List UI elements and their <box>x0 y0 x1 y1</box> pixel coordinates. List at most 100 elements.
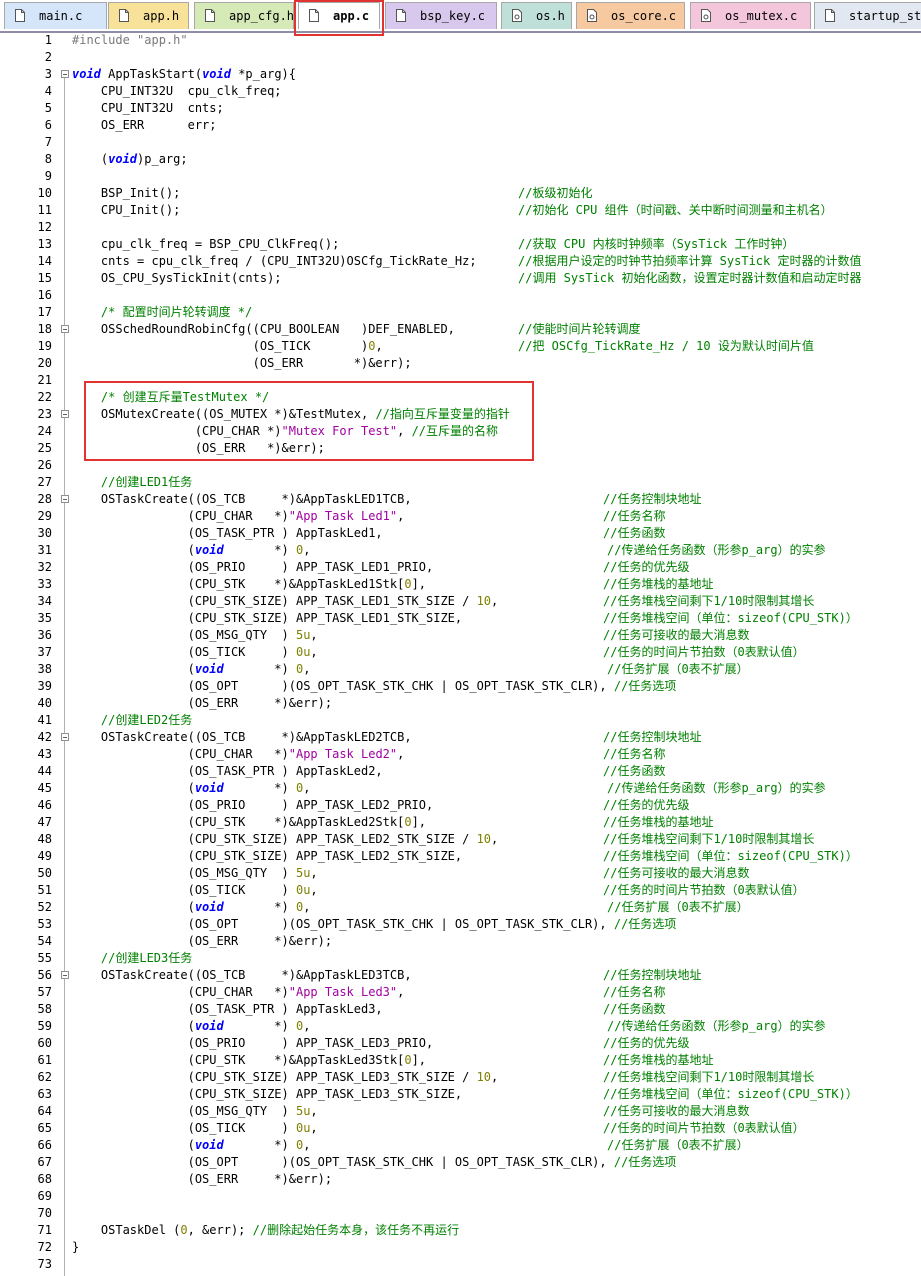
code-line[interactable]: 29 (CPU_CHAR *)"App Task Led1", //任务名称 <box>0 508 921 525</box>
code-line[interactable]: 7 <box>0 134 921 151</box>
code-line[interactable]: 49 (CPU_STK_SIZE) APP_TASK_LED2_STK_SIZE… <box>0 848 921 865</box>
code-line[interactable]: 56 OSTaskCreate((OS_TCB *)&AppTaskLED3TC… <box>0 967 921 984</box>
code-editor[interactable]: 1 #include "app.h" 2 3 void AppTaskStart(voi… <box>0 32 921 1276</box>
code-line[interactable]: 51 (OS_TICK ) 0u, //任务的时间片节拍数（0表默认值） <box>0 882 921 899</box>
tab-label: app.h <box>143 9 180 23</box>
line-number: 37 <box>37 645 52 659</box>
fold-toggle-icon[interactable] <box>61 495 69 503</box>
code-line[interactable]: 28 OSTaskCreate((OS_TCB *)&AppTaskLED1TC… <box>0 491 921 508</box>
code-line[interactable]: 9 <box>0 168 921 185</box>
code-line[interactable]: 38 (void *) 0, //任务扩展（0表不扩展） <box>0 661 921 678</box>
code-line[interactable]: 70 <box>0 1205 921 1222</box>
code-line[interactable]: 50 (OS_MSG_QTY ) 5u, //任务可接收的最大消息数 <box>0 865 921 882</box>
code-line[interactable]: 31 (void *) 0, //传递给任务函数（形参p_arg）的实参 <box>0 542 921 559</box>
code-line[interactable]: 24 (CPU_CHAR *)"Mutex For Test", //互斥量的名… <box>0 423 921 440</box>
code-line[interactable]: 69 <box>0 1188 921 1205</box>
code-line[interactable]: 44 (OS_TASK_PTR ) AppTaskLed2, //任务函数 <box>0 763 921 780</box>
code-line[interactable]: 71 OSTaskDel (0, &err); //删除起始任务本身，该任务不再… <box>0 1222 921 1239</box>
line-number: 1 <box>44 33 52 47</box>
tab-app-c[interactable]: app.c <box>298 2 380 29</box>
code-line[interactable]: 42 OSTaskCreate((OS_TCB *)&AppTaskLED2TC… <box>0 729 921 746</box>
code-line[interactable]: 8 (void)p_arg; <box>0 151 921 168</box>
code-line[interactable]: 6 OS_ERR err; <box>0 117 921 134</box>
code-line[interactable]: 23 OSMutexCreate((OS_MUTEX *)&TestMutex,… <box>0 406 921 423</box>
line-comment: //任务的优先级 <box>603 1036 690 1050</box>
code-line[interactable]: 63 (CPU_STK_SIZE) APP_TASK_LED3_STK_SIZE… <box>0 1086 921 1103</box>
code-line[interactable]: 41 //创建LED2任务 <box>0 712 921 729</box>
code-line[interactable]: 21 <box>0 372 921 389</box>
line-comment: //任务名称 <box>603 509 666 523</box>
code-line[interactable]: 11 CPU_Init(); //初始化 CPU 组件（时间戳、关中断时间测量和主… <box>0 202 921 219</box>
code-line[interactable]: 64 (OS_MSG_QTY ) 5u, //任务可接收的最大消息数 <box>0 1103 921 1120</box>
code-line[interactable]: 65 (OS_TICK ) 0u, //任务的时间片节拍数（0表默认值） <box>0 1120 921 1137</box>
code-line[interactable]: 5 CPU_INT32U cnts; <box>0 100 921 117</box>
tab-app-h[interactable]: app.h <box>108 2 189 29</box>
fold-toggle-icon[interactable] <box>61 70 69 78</box>
fold-toggle-icon[interactable] <box>61 410 69 418</box>
code-line[interactable]: 17 /* 配置时间片轮转调度 */ <box>0 304 921 321</box>
tab-os-mutex-c[interactable]: os_mutex.c <box>690 2 811 29</box>
code-text: (OS_TICK ) 0u, <box>72 645 318 659</box>
code-line[interactable]: 72} <box>0 1239 921 1256</box>
code-line[interactable]: 35 (CPU_STK_SIZE) APP_TASK_LED1_STK_SIZE… <box>0 610 921 627</box>
code-line[interactable]: 22 /* 创建互斥量TestMutex */ <box>0 389 921 406</box>
code-line[interactable]: 16 <box>0 287 921 304</box>
code-line[interactable]: 45 (void *) 0, //传递给任务函数（形参p_arg）的实参 <box>0 780 921 797</box>
fold-toggle-icon[interactable] <box>61 733 69 741</box>
tab-os-h[interactable]: os.h <box>501 2 572 29</box>
code-line[interactable]: 54 (OS_ERR *)&err); <box>0 933 921 950</box>
code-line[interactable]: 43 (CPU_CHAR *)"App Task Led2", //任务名称 <box>0 746 921 763</box>
tab-app-cfg-h[interactable]: app_cfg.h <box>194 2 294 29</box>
code-line[interactable]: 47 (CPU_STK *)&AppTaskLed2Stk[0], //任务堆栈的… <box>0 814 921 831</box>
code-line[interactable]: 67 (OS_OPT )(OS_OPT_TASK_STK_CHK | OS_OP… <box>0 1154 921 1171</box>
line-number: 34 <box>37 594 52 608</box>
tab-os-core-c[interactable]: os_core.c <box>576 2 685 29</box>
code-line[interactable]: 3 void AppTaskStart(void *p_arg){ <box>0 66 921 83</box>
line-number: 5 <box>44 101 52 115</box>
fold-toggle-icon[interactable] <box>61 971 69 979</box>
code-line[interactable]: 55 //创建LED3任务 <box>0 950 921 967</box>
code-line[interactable]: 20 (OS_ERR *)&err); <box>0 355 921 372</box>
code-line[interactable]: 68 (OS_ERR *)&err); <box>0 1171 921 1188</box>
code-line[interactable]: 60 (OS_PRIO ) APP_TASK_LED3_PRIO, //任务的优先… <box>0 1035 921 1052</box>
code-line[interactable]: 40 (OS_ERR *)&err); <box>0 695 921 712</box>
file-icon <box>119 9 129 22</box>
code-line[interactable]: 73 <box>0 1256 921 1273</box>
code-line[interactable]: 66 (void *) 0, //任务扩展（0表不扩展） <box>0 1137 921 1154</box>
fold-toggle-icon[interactable] <box>61 325 69 333</box>
code-line[interactable]: 26 <box>0 457 921 474</box>
code-line[interactable]: 14 cnts = cpu_clk_freq / (CPU_INT32U)OSC… <box>0 253 921 270</box>
code-line[interactable]: 2 <box>0 49 921 66</box>
code-line[interactable]: 12 <box>0 219 921 236</box>
code-line[interactable]: 30 (OS_TASK_PTR ) AppTaskLed1, //任务函数 <box>0 525 921 542</box>
code-line[interactable]: 10 BSP_Init(); //板级初始化 <box>0 185 921 202</box>
line-comment: //任务的优先级 <box>603 560 690 574</box>
code-line[interactable]: 57 (CPU_CHAR *)"App Task Led3", //任务名称 <box>0 984 921 1001</box>
code-line[interactable]: 53 (OS_OPT )(OS_OPT_TASK_STK_CHK | OS_OP… <box>0 916 921 933</box>
code-line[interactable]: 33 (CPU_STK *)&AppTaskLed1Stk[0], //任务堆栈的… <box>0 576 921 593</box>
code-line[interactable]: 58 (OS_TASK_PTR ) AppTaskLed3, //任务函数 <box>0 1001 921 1018</box>
code-line[interactable]: 52 (void *) 0, //任务扩展（0表不扩展） <box>0 899 921 916</box>
code-line[interactable]: 15 OS_CPU_SysTickInit(cnts); //调用 SysTick… <box>0 270 921 287</box>
code-line[interactable]: 59 (void *) 0, //传递给任务函数（形参p_arg）的实参 <box>0 1018 921 1035</box>
code-line[interactable]: 62 (CPU_STK_SIZE) APP_TASK_LED3_STK_SIZE… <box>0 1069 921 1086</box>
tab-bsp-key-c[interactable]: bsp_key.c <box>385 2 497 29</box>
code-line[interactable]: 48 (CPU_STK_SIZE) APP_TASK_LED2_STK_SIZE… <box>0 831 921 848</box>
code-line[interactable]: 18 OSSchedRoundRobinCfg((CPU_BOOLEAN )DE… <box>0 321 921 338</box>
code-line[interactable]: 61 (CPU_STK *)&AppTaskLed3Stk[0], //任务堆栈的… <box>0 1052 921 1069</box>
code-line[interactable]: 4 CPU_INT32U cpu_clk_freq; <box>0 83 921 100</box>
tab-startup-st[interactable]: startup_st <box>814 2 921 29</box>
code-line[interactable]: 1 #include "app.h" <box>0 32 921 49</box>
code-line[interactable]: 36 (OS_MSG_QTY ) 5u, //任务可接收的最大消息数 <box>0 627 921 644</box>
code-line[interactable]: 13 cpu_clk_freq = BSP_CPU_ClkFreq(); //获取… <box>0 236 921 253</box>
code-line[interactable]: 34 (CPU_STK_SIZE) APP_TASK_LED1_STK_SIZE… <box>0 593 921 610</box>
code-line[interactable]: 39 (OS_OPT )(OS_OPT_TASK_STK_CHK | OS_OP… <box>0 678 921 695</box>
tab-main-c[interactable]: main.c <box>4 2 107 29</box>
code-line[interactable]: 32 (OS_PRIO ) APP_TASK_LED1_PRIO, //任务的优先… <box>0 559 921 576</box>
code-line[interactable]: 25 (OS_ERR *)&err); <box>0 440 921 457</box>
code-line[interactable]: 37 (OS_TICK ) 0u, //任务的时间片节拍数（0表默认值） <box>0 644 921 661</box>
line-number: 51 <box>37 883 52 897</box>
code-line[interactable]: 46 (OS_PRIO ) APP_TASK_LED2_PRIO, //任务的优先… <box>0 797 921 814</box>
code-line[interactable]: 27 //创建LED1任务 <box>0 474 921 491</box>
code-line[interactable]: 19 (OS_TICK )0, //把 OSCfg_TickRate_Hz / 1… <box>0 338 921 355</box>
